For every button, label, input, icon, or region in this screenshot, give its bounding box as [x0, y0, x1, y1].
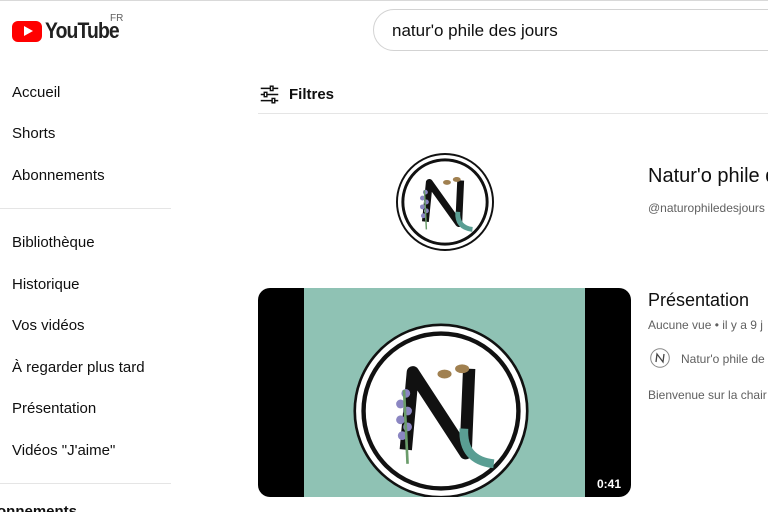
thumbnail-logo — [353, 323, 529, 497]
video-meta: Aucune vue • il y a 9 j — [648, 318, 763, 332]
sidebar-item-historique[interactable]: Historique — [12, 276, 80, 293]
sidebar-section-heading: onnements — [0, 503, 78, 512]
sidebar-item-videos-jaime[interactable]: Vidéos "J'aime" — [12, 442, 115, 459]
sidebar-item-accueil[interactable]: Accueil — [12, 84, 60, 101]
video-description: Bienvenue sur la chair — [648, 388, 767, 402]
video-channel-name[interactable]: Natur'o phile de — [681, 352, 765, 366]
sidebar-item-vos-videos[interactable]: Vos vidéos — [12, 317, 85, 334]
video-thumbnail[interactable]: 0:41 — [258, 288, 631, 497]
channel-name[interactable]: Natur'o phile d — [648, 165, 768, 188]
video-duration-badge: 0:41 — [592, 475, 625, 493]
channel-avatar[interactable] — [396, 153, 494, 251]
filters-button[interactable]: Filtres — [259, 83, 334, 105]
channel-handle: @naturophiledesjours — [648, 201, 765, 215]
filter-sliders-icon — [260, 84, 279, 104]
sidebar: Accueil Shorts Abonnements Bibliothèque … — [0, 0, 175, 512]
sidebar-item-shorts[interactable]: Shorts — [12, 125, 55, 142]
sidebar-item-regarder-plus-tard[interactable]: À regarder plus tard — [12, 359, 145, 376]
filters-divider — [258, 113, 768, 114]
sidebar-item-bibliotheque[interactable]: Bibliothèque — [12, 234, 95, 251]
sidebar-divider — [0, 483, 171, 484]
video-channel-avatar[interactable] — [650, 348, 670, 368]
sidebar-item-presentation[interactable]: Présentation — [12, 400, 96, 417]
sidebar-item-abonnements[interactable]: Abonnements — [12, 167, 105, 184]
video-title[interactable]: Présentation — [648, 290, 749, 311]
search-input[interactable]: natur'o phile des jours — [373, 9, 768, 51]
sidebar-divider — [0, 208, 171, 209]
filters-label: Filtres — [289, 85, 335, 103]
search-query: natur'o phile des jours — [392, 21, 558, 40]
